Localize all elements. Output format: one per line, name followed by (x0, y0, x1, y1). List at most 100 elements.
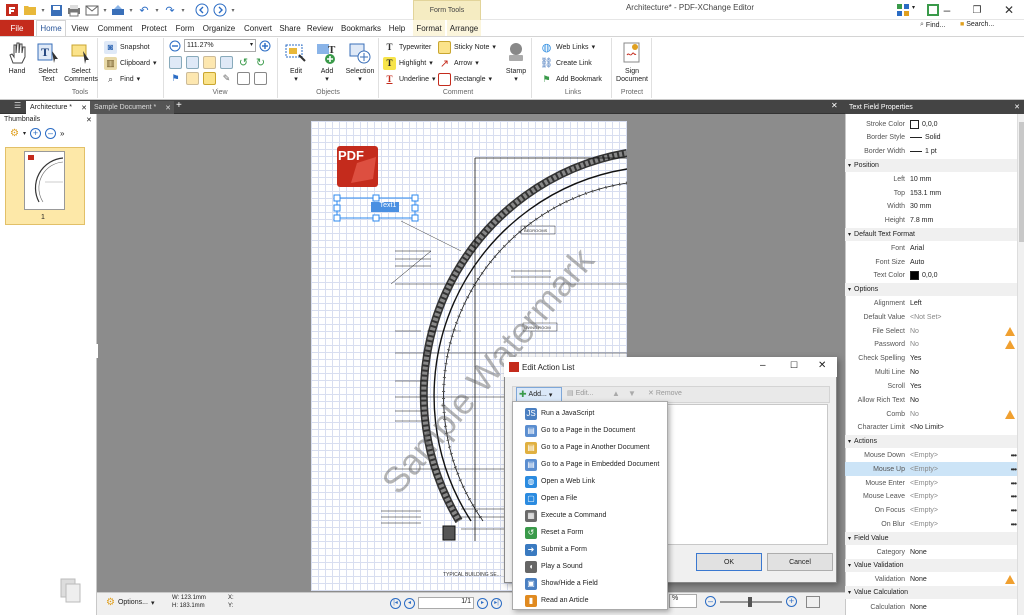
property-row[interactable]: Text Color 0,0,0 (845, 269, 1017, 283)
first-page-icon[interactable]: |◂ (390, 597, 401, 609)
apps-dropdown-icon[interactable]: ▾ (912, 4, 915, 11)
find-button[interactable]: ⌕ Find... (920, 21, 945, 29)
text-field-value[interactable]: Text1 (377, 202, 399, 209)
move-up-icon[interactable]: ▲ (612, 389, 620, 398)
property-section[interactable]: ▾ Position (845, 158, 1017, 172)
forward-icon[interactable] (212, 2, 228, 18)
minimize-button[interactable]: – (932, 0, 962, 20)
thumbnail-zoom-out-icon[interactable]: – (44, 128, 56, 139)
more-options-icon[interactable]: ••• (1011, 492, 1017, 501)
single-page-icon[interactable] (186, 72, 199, 85)
close-window-button[interactable]: ✕ (994, 0, 1024, 20)
property-row[interactable]: Check Spelling Yes (845, 352, 1017, 366)
tab-view[interactable]: View (68, 20, 92, 36)
add-menu-item[interactable]: ◍ Open a Web Link (513, 473, 667, 490)
search-button[interactable]: ■ Search... (960, 21, 994, 28)
tab-architecture[interactable]: Architecture * ✕ (26, 101, 90, 114)
zoom-out-icon[interactable] (169, 40, 181, 52)
sticky-note-button[interactable]: Sticky Note ▾ (438, 40, 496, 54)
property-section[interactable]: ▾ Actions (845, 434, 1017, 448)
property-row[interactable]: Mouse Up <Empty> ••• (845, 462, 1017, 477)
rotate-left-icon[interactable]: ↺ (237, 56, 250, 69)
tab-protect[interactable]: Protect (139, 20, 169, 36)
dialog-maximize-button[interactable]: ☐ (790, 360, 798, 371)
undo-dropdown-icon[interactable]: ▾ (154, 2, 160, 18)
tab-bookmarks[interactable]: Bookmarks (339, 20, 383, 36)
add-menu-item[interactable]: ↺ Reset a Form (513, 524, 667, 541)
add-menu-item[interactable]: ▤ Go to a Page in Embedded Document (513, 456, 667, 473)
tab-comment[interactable]: Comment (96, 20, 134, 36)
zoom-combo[interactable]: 111.27% ▾ (184, 39, 256, 52)
highlight-button[interactable]: T Highlight ▾ (383, 56, 433, 70)
property-row[interactable]: Character Limit <No Limit> (845, 421, 1017, 435)
tab-form[interactable]: Form (173, 20, 197, 36)
property-section[interactable]: ▾ Field Value (845, 531, 1017, 545)
add-menu-item[interactable]: ▢ Open a File (513, 490, 667, 507)
tab-architecture-close-icon[interactable]: ✕ (81, 104, 87, 112)
tab-organize[interactable]: Organize (200, 20, 238, 36)
property-section[interactable]: ▾ Value Validation (845, 558, 1017, 572)
select-text-button[interactable]: T Select Text (34, 40, 62, 84)
tab-sample-document[interactable]: Sample Document * ✕ (90, 101, 174, 114)
thumbnail-zoom-in-icon[interactable]: + (29, 128, 41, 139)
restore-button[interactable]: ❐ (962, 0, 992, 20)
comment-view-icon[interactable] (203, 72, 216, 85)
fit-visible-icon[interactable] (220, 56, 233, 69)
attachment-icon[interactable]: ✎ (220, 72, 233, 85)
property-section[interactable]: ▾ Value Calculation (845, 586, 1017, 600)
dialog-minimize-button[interactable]: – (760, 360, 766, 371)
add-menu-item[interactable]: ▦ Execute a Command (513, 507, 667, 524)
property-row[interactable]: On Blur <Empty> ••• (845, 518, 1017, 532)
tab-help[interactable]: Help (386, 20, 408, 36)
property-row[interactable]: Scroll Yes (845, 379, 1017, 393)
status-zoom-out-icon[interactable]: – (705, 596, 716, 607)
redo-dropdown-icon[interactable]: ▾ (180, 2, 186, 18)
add-menu-item[interactable]: ▤ Go to a Page in the Document (513, 422, 667, 439)
save-icon[interactable] (48, 2, 64, 18)
properties-close-icon[interactable]: ✕ (1014, 103, 1020, 111)
back-icon[interactable] (194, 2, 210, 18)
underline-button[interactable]: T Underline ▾ (383, 72, 435, 86)
hand-tool-button[interactable]: Hand (3, 40, 31, 76)
stamp-button[interactable]: Stamp ▾ (500, 40, 532, 84)
edit-action-button[interactable]: ▤ Edit... (567, 389, 594, 398)
property-row[interactable]: Mouse Enter <Empty> ••• (845, 476, 1017, 490)
add-menu-item[interactable]: ➜ Submit a Form (513, 541, 667, 558)
new-tab-icon[interactable]: + (176, 100, 182, 111)
more-options-icon[interactable]: ••• (1011, 520, 1017, 529)
fit-width-icon[interactable] (203, 56, 216, 69)
edit-button[interactable]: Edit ▾ (282, 40, 310, 84)
page-number-input[interactable]: 1/1 (418, 597, 474, 609)
status-zoom-in-icon[interactable]: + (786, 596, 797, 607)
options-button[interactable]: ⚙ Options... ▾ (106, 597, 154, 608)
more-options-icon[interactable]: ••• (1011, 451, 1017, 460)
previous-page-icon[interactable]: ◂ (404, 597, 415, 609)
property-row[interactable]: Border Style Solid (845, 131, 1017, 145)
typewriter-button[interactable]: T Typewriter (383, 40, 431, 54)
selection-button[interactable]: Selection ▾ (344, 40, 376, 84)
more-options-icon[interactable]: ••• (1011, 465, 1017, 474)
property-row[interactable]: Mouse Down <Empty> ••• (845, 448, 1017, 462)
property-row[interactable]: Border Width 1 pt (845, 145, 1017, 159)
property-row[interactable]: Alignment Left (845, 296, 1017, 310)
actual-size-icon[interactable] (169, 56, 182, 69)
sign-document-button[interactable]: Sign Document (614, 40, 650, 84)
properties-scrollbar-thumb[interactable] (1019, 122, 1024, 242)
more-options-icon[interactable]: ••• (1011, 479, 1017, 488)
add-menu-item[interactable]: ▮ Read an Article (513, 592, 667, 609)
close-all-tabs-icon[interactable]: ✕ (831, 101, 838, 110)
property-section[interactable]: ▾ Options (845, 282, 1017, 296)
thumbnails-close-icon[interactable]: ✕ (86, 116, 92, 124)
property-row[interactable]: Password No (845, 338, 1017, 352)
properties-scrollbar[interactable] (1017, 114, 1024, 615)
add-menu-item[interactable]: ▤ Go to a Page in Another Document (513, 439, 667, 456)
add-menu-item[interactable]: JS Run a JavaScript (513, 405, 667, 422)
property-row[interactable]: Font Size Auto (845, 255, 1017, 269)
open-folder-icon[interactable] (22, 2, 38, 18)
scan-icon[interactable] (110, 2, 126, 18)
tabs-menu-icon[interactable]: ☰ (14, 101, 26, 114)
email-dropdown-icon[interactable]: ▾ (102, 2, 108, 18)
thumbnail-options-icon[interactable]: ⚙ (10, 128, 19, 139)
property-row[interactable]: Allow Rich Text No (845, 393, 1017, 407)
bookmark-flag-icon[interactable]: ⚑ (169, 72, 182, 85)
